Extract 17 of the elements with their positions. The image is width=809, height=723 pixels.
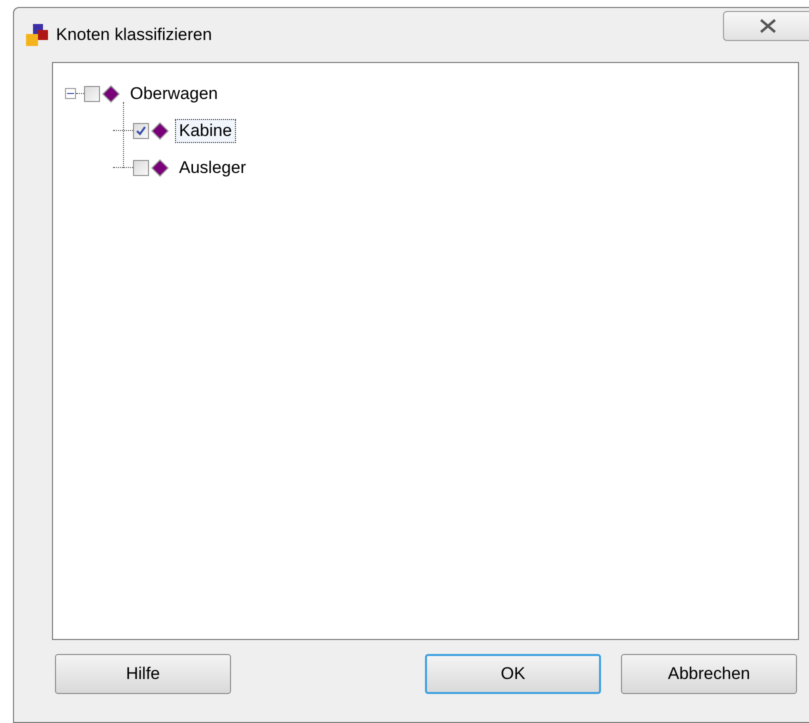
window-title: Knoten klassifizieren [56, 24, 212, 46]
tree-item-label[interactable]: Oberwagen [126, 82, 222, 106]
diamond-icon [151, 158, 169, 176]
tree-item-label[interactable]: Kabine [175, 118, 236, 142]
cubes-icon [24, 22, 50, 48]
dialog-button[interactable]: Hilfe [55, 654, 231, 694]
diamond-icon [102, 84, 120, 102]
tree-item-label[interactable]: Ausleger [175, 156, 250, 180]
collapse-toggle[interactable] [65, 88, 76, 99]
checkbox[interactable] [84, 86, 100, 102]
close-icon [759, 19, 777, 33]
checkbox[interactable] [133, 160, 149, 176]
dialog-button[interactable]: OK [425, 654, 601, 694]
dialog-button[interactable]: Abbrechen [621, 654, 797, 694]
checkbox[interactable] [133, 122, 149, 138]
close-button[interactable] [723, 11, 809, 41]
diamond-icon [151, 122, 169, 140]
